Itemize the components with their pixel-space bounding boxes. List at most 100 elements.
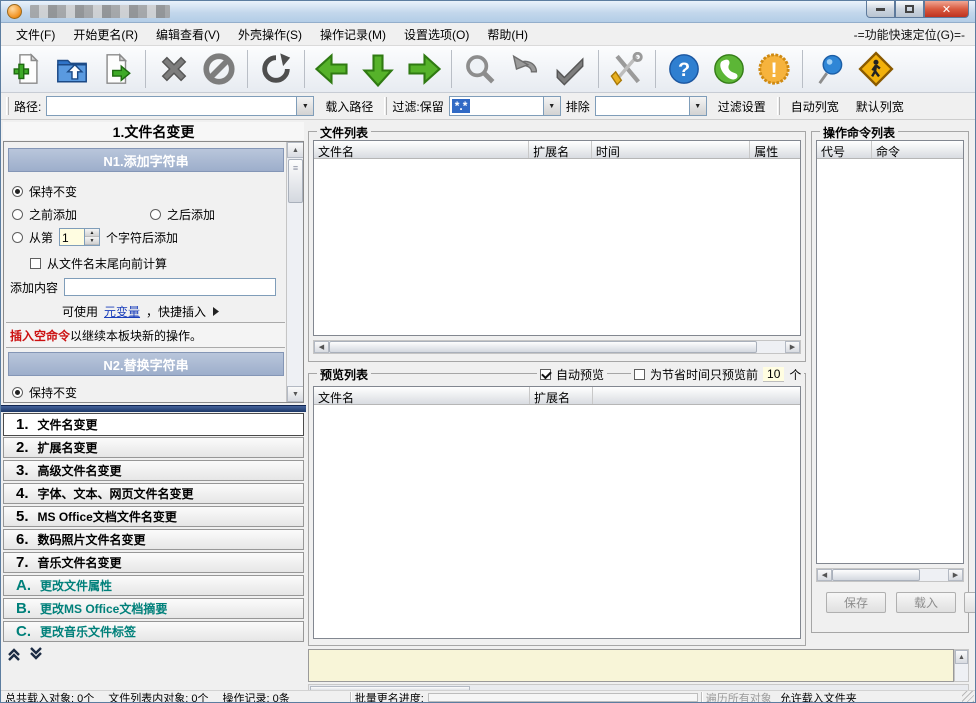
column-filename[interactable]: 文件名	[314, 141, 530, 158]
filter-combobox[interactable]: *.* ▼	[448, 96, 561, 116]
contact-button[interactable]	[709, 49, 749, 89]
chevron-down-icon[interactable]: ▼	[688, 97, 706, 115]
column-extension[interactable]: 扩展名	[530, 387, 593, 404]
spinner-up-icon[interactable]: ▲	[85, 229, 100, 237]
maximize-button[interactable]	[895, 1, 924, 18]
checkbox-count-from-end[interactable]: 从文件名末尾向前计算	[30, 256, 167, 271]
column-code[interactable]: 代号	[817, 141, 872, 158]
scroll-left-arrow[interactable]: ◀	[817, 569, 832, 581]
chevron-down-icon[interactable]: ▼	[296, 97, 314, 115]
left-panel-scrollbar[interactable]: ▲ ▼	[286, 142, 303, 402]
load-file-button[interactable]	[97, 49, 137, 89]
double-chevron-up-icon[interactable]	[7, 647, 21, 661]
log-panel-scrollbar[interactable]: ▲	[954, 649, 969, 682]
add-file-button[interactable]	[7, 49, 47, 89]
settings-tools-button[interactable]	[607, 49, 647, 89]
menu-help[interactable]: 帮助(H)	[478, 23, 537, 46]
minimize-button[interactable]	[866, 1, 895, 18]
meta-variable-link[interactable]: 元变量	[104, 303, 140, 320]
add-folder-button[interactable]	[52, 49, 92, 89]
column-extension[interactable]: 扩展名	[529, 141, 592, 158]
log-panel[interactable]	[308, 649, 954, 682]
resize-grip[interactable]	[962, 691, 974, 702]
refresh-button[interactable]	[256, 49, 296, 89]
clear-button[interactable]	[199, 49, 239, 89]
scroll-right-arrow[interactable]: ▶	[785, 341, 800, 353]
scroll-down-arrow[interactable]: ▼	[287, 386, 303, 402]
preview-button[interactable]	[460, 49, 500, 89]
auto-column-width-button[interactable]: 自动列宽	[785, 95, 845, 118]
menu-quick-locate[interactable]: -=功能快速定位(G)=-	[854, 26, 969, 43]
scroll-left-arrow[interactable]: ◀	[314, 341, 329, 353]
section-replace-string[interactable]: N2.替换字符串	[8, 352, 284, 376]
confirm-button[interactable]	[550, 49, 590, 89]
radio-keep-unchanged-2[interactable]: 保持不变	[12, 385, 77, 400]
pin-button[interactable]	[811, 49, 851, 89]
column-attributes[interactable]: 属性	[750, 141, 800, 158]
alert-button[interactable]: !	[754, 49, 794, 89]
save-commands-button[interactable]: 保存	[826, 592, 886, 613]
scroll-right-arrow[interactable]: ▶	[948, 569, 963, 581]
category-music-tags[interactable]: C. 更改音乐文件标签	[3, 621, 304, 642]
scroll-up-arrow[interactable]: ▲	[287, 142, 303, 158]
column-time[interactable]: 时间	[592, 141, 751, 158]
menu-records[interactable]: 操作记录(M)	[311, 23, 395, 46]
insert-empty-command-link[interactable]: 插入空命令	[10, 327, 70, 344]
radio-add-after[interactable]: 之后添加	[150, 207, 215, 222]
file-list-hscrollbar[interactable]: ◀ ▶	[313, 340, 801, 354]
scroll-up-arrow[interactable]: ▲	[955, 650, 968, 664]
category-music-filename[interactable]: 7. 音乐文件名变更	[3, 552, 304, 573]
category-extension-change[interactable]: 2. 扩展名变更	[3, 437, 304, 458]
path-combobox[interactable]: ▼	[46, 96, 315, 116]
menu-file[interactable]: 文件(F)	[7, 23, 64, 46]
scrollbar-thumb[interactable]	[832, 569, 920, 581]
cropped-button[interactable]	[964, 592, 975, 613]
scrollbar-thumb[interactable]	[329, 341, 757, 353]
move-right-button[interactable]	[403, 49, 443, 89]
add-content-input[interactable]	[64, 278, 277, 296]
category-advanced-filename[interactable]: 3. 高级文件名变更	[3, 460, 304, 481]
command-list-hscrollbar[interactable]: ◀ ▶	[816, 568, 964, 582]
exclude-combobox[interactable]: ▼	[594, 96, 707, 116]
position-spinner[interactable]: 1 ▲ ▼	[59, 228, 101, 246]
close-button[interactable]: ✕	[924, 1, 969, 18]
double-chevron-down-icon[interactable]	[29, 647, 43, 661]
category-font-text-web[interactable]: 4. 字体、文本、网页文件名变更	[3, 483, 304, 504]
category-ms-office[interactable]: 5. MS Office文档文件名变更	[3, 506, 304, 527]
category-filename-change[interactable]: 1. 文件名变更	[3, 413, 304, 436]
menu-rename[interactable]: 开始更名(R)	[64, 23, 147, 46]
spinner-down-icon[interactable]: ▼	[85, 237, 100, 245]
move-down-button[interactable]	[358, 49, 398, 89]
menu-shell[interactable]: 外壳操作(S)	[229, 23, 311, 46]
radio-add-before[interactable]: 之前添加	[12, 207, 77, 222]
radio-add-from-position[interactable]: 从第 1 ▲ ▼ 个字符后添加	[12, 228, 178, 246]
chevron-down-icon[interactable]: ▼	[542, 97, 560, 115]
load-path-button[interactable]: 载入路径	[319, 95, 379, 118]
move-up-button[interactable]	[313, 49, 353, 89]
category-digital-photo[interactable]: 6. 数码照片文件名变更	[3, 529, 304, 550]
category-file-attributes[interactable]: A. 更改文件属性	[3, 575, 304, 596]
preview-list[interactable]: 文件名 扩展名	[313, 386, 801, 639]
command-list[interactable]: 代号 命令	[816, 140, 964, 564]
delete-button[interactable]	[154, 49, 194, 89]
status-allow-folders-option[interactable]: 允许载入文件夹	[780, 690, 857, 703]
default-column-width-button[interactable]: 默认列宽	[850, 95, 910, 118]
insert-menu-arrow-icon[interactable]	[212, 306, 220, 316]
menu-options[interactable]: 设置选项(O)	[395, 23, 478, 46]
wizard-button[interactable]	[856, 49, 896, 89]
checkbox-auto-preview[interactable]: 自动预览	[537, 366, 608, 383]
column-filename[interactable]: 文件名	[314, 387, 530, 404]
radio-keep-unchanged[interactable]: 保持不变	[12, 184, 77, 199]
load-commands-button[interactable]: 载入	[896, 592, 956, 613]
section-add-string[interactable]: N1.添加字符串	[8, 148, 284, 172]
filter-settings-button[interactable]: 过滤设置	[712, 95, 772, 118]
help-button[interactable]: ?	[664, 49, 704, 89]
checkbox-preview-limit[interactable]: 为节省时间只预览前 10 个	[631, 366, 805, 383]
category-office-summary[interactable]: B. 更改MS Office文档摘要	[3, 598, 304, 619]
file-list[interactable]: 文件名 扩展名 时间 属性	[313, 140, 801, 336]
status-traverse-option[interactable]: 遍历所有对象	[706, 690, 772, 703]
scrollbar-thumb[interactable]	[288, 159, 303, 203]
menu-edit-view[interactable]: 编辑查看(V)	[147, 23, 229, 46]
undo-button[interactable]	[505, 49, 545, 89]
preview-limit-value[interactable]: 10	[763, 367, 785, 382]
